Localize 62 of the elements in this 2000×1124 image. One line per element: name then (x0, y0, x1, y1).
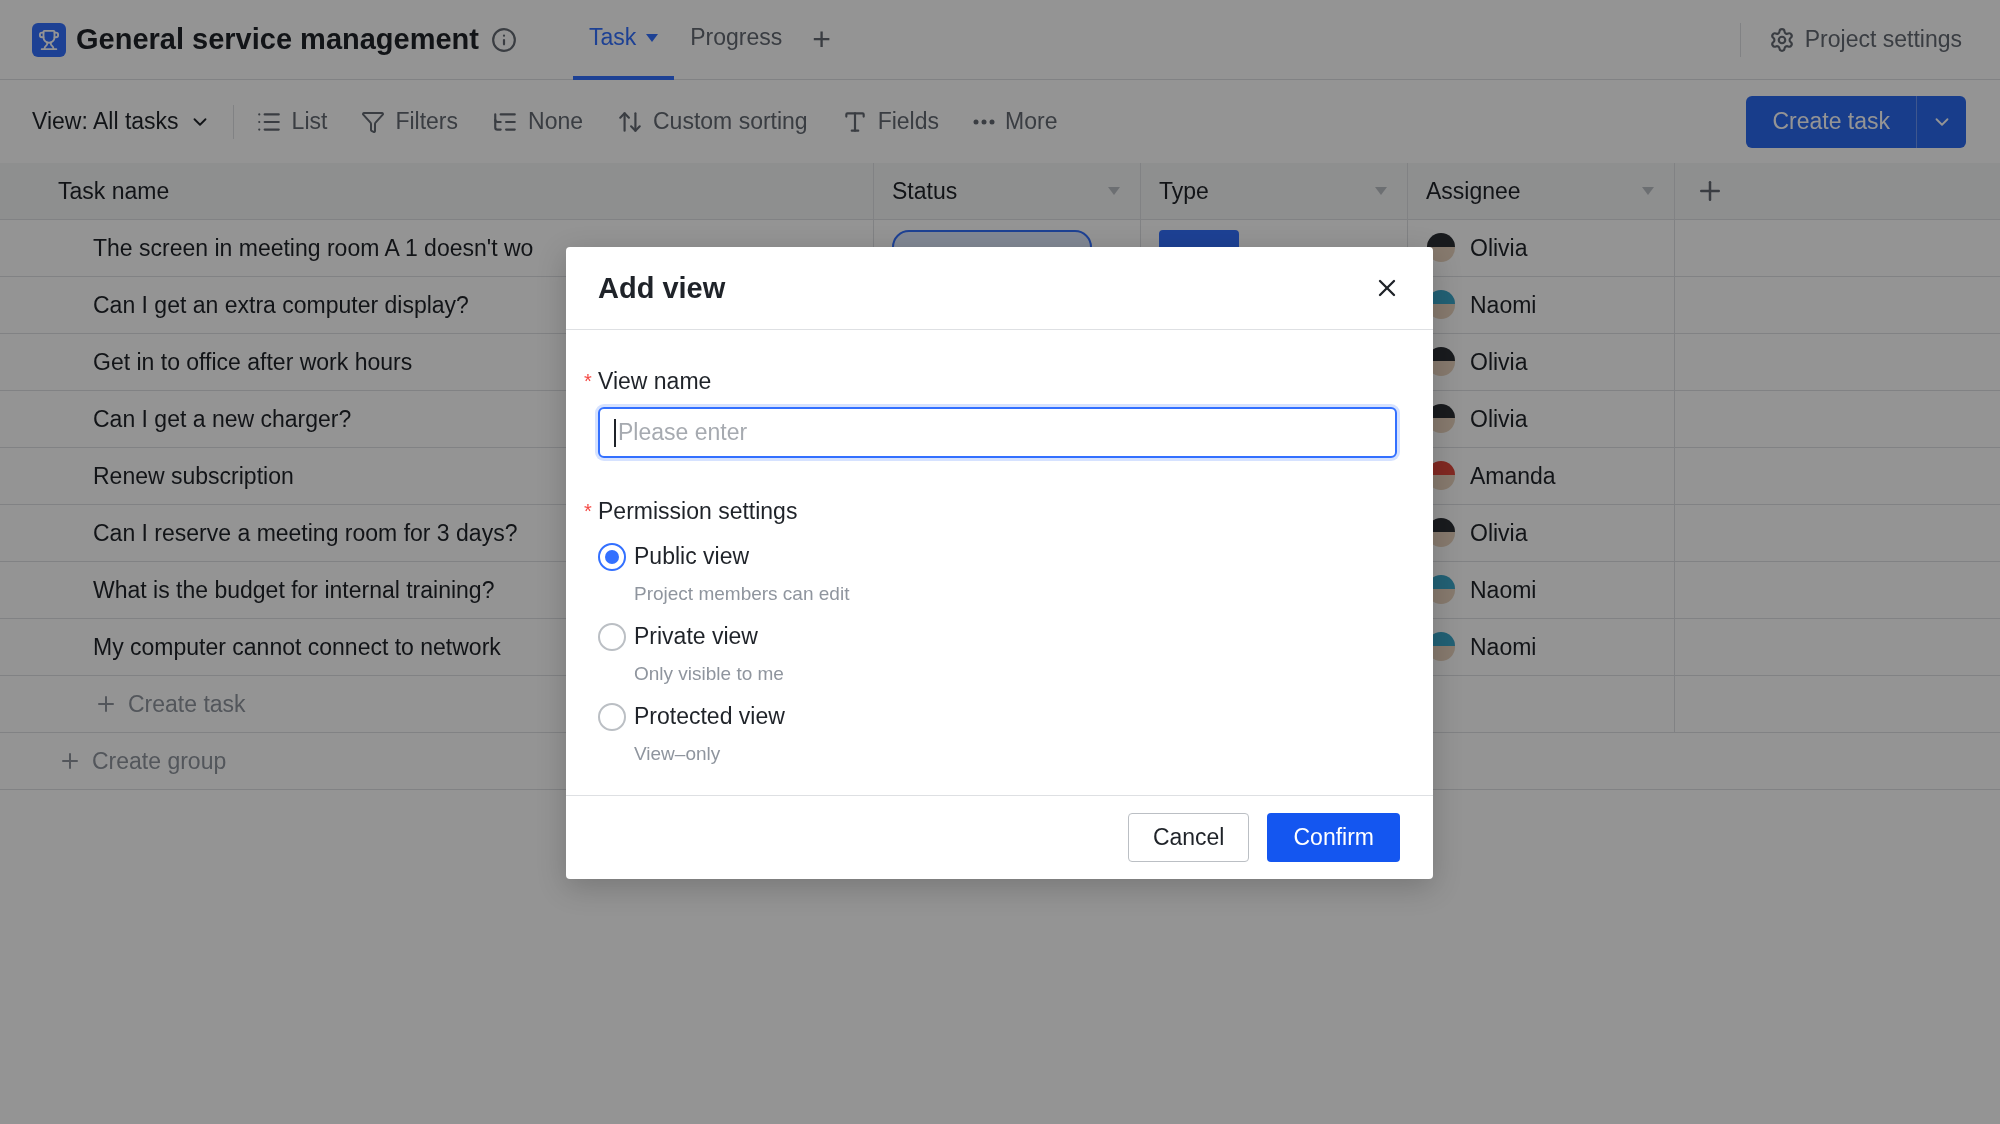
column-title: Status (892, 177, 958, 205)
toolbar-button[interactable]: Fields (841, 108, 940, 135)
required-mark: * (584, 500, 593, 523)
option-description: View–only (634, 743, 722, 765)
project-settings-button[interactable]: Project settings (1762, 25, 1968, 54)
assignee-name: Olivia (1470, 519, 1528, 547)
column-title: Assignee (1426, 177, 1521, 205)
assignee-name: Olivia (1470, 405, 1528, 433)
column-header[interactable]: Task name (0, 163, 874, 220)
view-tab[interactable]: Task (573, 0, 675, 80)
toolbar-button[interactable]: Custom sorting (617, 108, 808, 135)
column-header[interactable]: Status (874, 163, 1141, 220)
trophy-logo-icon (32, 22, 66, 57)
task-name[interactable]: Renew subscription (0, 462, 294, 490)
column-title: Task name (58, 177, 170, 205)
task-name[interactable]: Can I get an extra computer display? (0, 291, 469, 319)
text-cursor (614, 419, 616, 447)
dropdown-button[interactable] (1916, 95, 1966, 148)
create-task-button[interactable]: Create task (1746, 95, 1916, 148)
view-name-field[interactable]: Please enter (598, 407, 1397, 458)
view-selector[interactable]: View: All tasks (32, 108, 211, 135)
task-name[interactable]: What is the budget for internal training? (0, 576, 495, 604)
assignee-name: Naomi (1470, 576, 1537, 604)
required-mark: * (584, 370, 593, 393)
confirm-button[interactable]: Confirm (1267, 813, 1400, 862)
toolbar-button[interactable]: None (492, 108, 583, 135)
column-title: Type (1159, 177, 1209, 205)
radio-button[interactable] (598, 623, 626, 651)
assignee-name: Olivia (1470, 234, 1528, 262)
toolbar-button[interactable]: More (973, 108, 1058, 135)
caret-icon (646, 33, 659, 42)
option-description: Project members can edit (634, 583, 851, 605)
info-icon[interactable] (491, 26, 517, 53)
toolbar-button[interactable]: Filters (361, 108, 458, 135)
more-icon (973, 118, 996, 125)
dialog-title: Add view (598, 271, 726, 305)
project-title: General service management (76, 23, 479, 56)
radio-button[interactable] (598, 703, 626, 731)
settings-icon (1768, 26, 1795, 53)
add-tab-button[interactable]: + (798, 0, 845, 80)
filter-icon (361, 109, 386, 134)
task-name[interactable]: Get in to office after work hours (0, 348, 413, 376)
task-name[interactable]: Can I reserve a meeting room for 3 days? (0, 519, 518, 547)
toolbar-button[interactable]: List (255, 108, 328, 135)
assignee-name: Amanda (1470, 462, 1556, 490)
assignee-name: Naomi (1470, 291, 1537, 319)
task-name[interactable]: Can I get a new charger? (0, 405, 352, 433)
field-label: View name (598, 368, 712, 395)
option-label[interactable]: Protected view (634, 703, 1397, 731)
option-label[interactable]: Private view (634, 623, 1397, 651)
column-header[interactable]: Type (1141, 163, 1408, 220)
field-label: Permission settings (598, 498, 798, 525)
assignee-name: Naomi (1470, 633, 1537, 661)
option-label[interactable]: Public view (634, 543, 1397, 571)
assignee-name: Olivia (1470, 348, 1528, 376)
option-description: Only visible to me (634, 663, 785, 685)
radio-button[interactable] (598, 543, 626, 571)
column-header[interactable]: Assignee (1408, 163, 1675, 220)
task-name[interactable]: My computer cannot connect to network (0, 633, 501, 661)
cancel-button[interactable]: Cancel (1127, 813, 1250, 862)
view-tab[interactable]: Progress (674, 0, 799, 80)
task-name[interactable]: The screen in meeting room A 1 doesn't wo (0, 234, 534, 262)
